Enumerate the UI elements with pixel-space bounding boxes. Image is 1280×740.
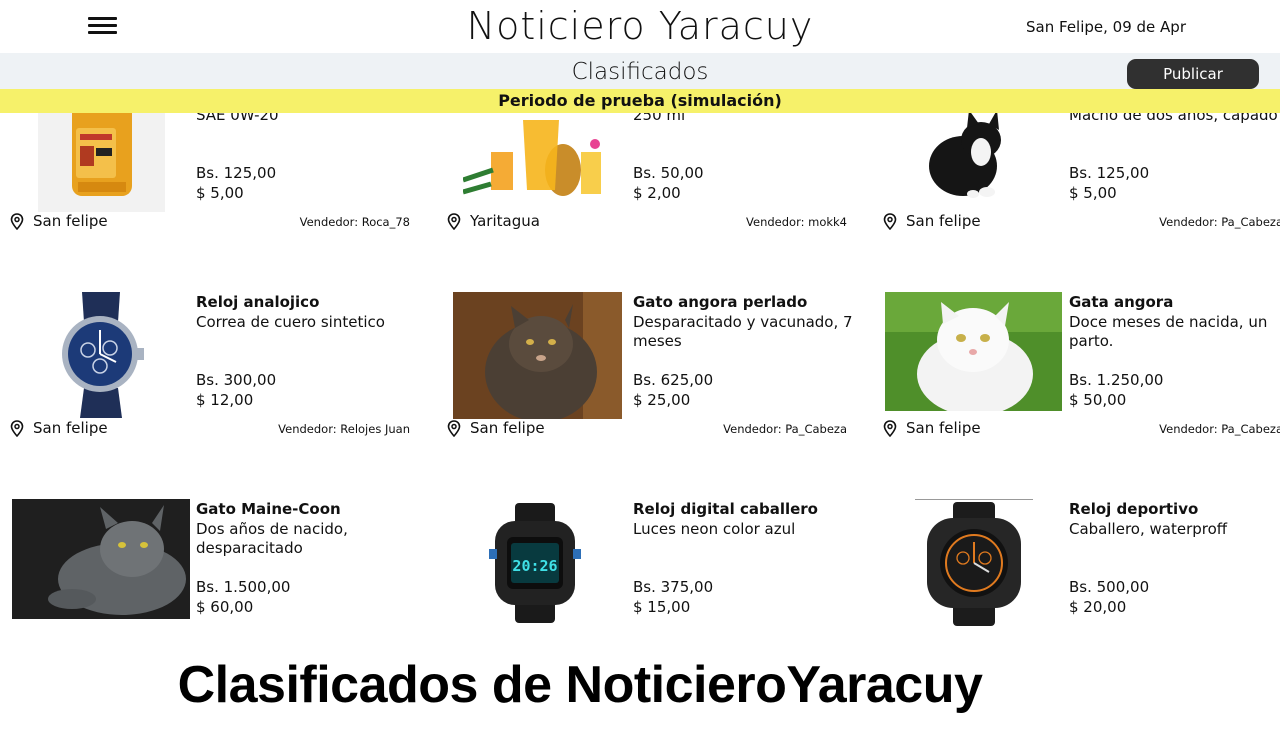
watch-display-digits: 20:26	[512, 557, 557, 575]
price-bolivares: Bs. 50,00	[633, 164, 704, 182]
listing-location: Yaritagua	[447, 212, 540, 230]
listing-card-cat-angora-pearl[interactable]: Gato angora perlado Desparacitado y vacu…	[437, 292, 857, 472]
listing-title[interactable]: Gato Maine-Coon	[196, 499, 420, 519]
listing-card-digital-watch[interactable]: 20:26 Reloj digital caballero Luces neon…	[437, 499, 857, 679]
seller-label[interactable]: Vendedor: Roca_78	[300, 215, 410, 229]
map-pin-icon	[447, 419, 461, 437]
location-label: San felipe	[33, 212, 108, 230]
price-dollars: $ 60,00	[196, 598, 254, 616]
listing-photo	[12, 499, 190, 619]
location-label: San felipe	[906, 419, 981, 437]
listing-info: Gata angora Doce meses de nacida, un par…	[1069, 292, 1280, 351]
listing-description: Correa de cuero sintetico	[196, 313, 385, 331]
seller-label[interactable]: Vendedor: Pa_Cabeza	[1159, 422, 1280, 436]
location-label: San felipe	[470, 419, 545, 437]
header-date: San Felipe, 09 de Apr	[1026, 18, 1186, 36]
listing-info: Gato Maine-Coon Dos años de nacido, desp…	[196, 499, 420, 558]
listing-info: Gato angora perlado Desparacitado y vacu…	[633, 292, 857, 351]
publish-button[interactable]: Publicar	[1127, 59, 1259, 89]
price-dollars: $ 25,00	[633, 391, 691, 409]
trial-notice: Periodo de prueba (simulación)	[0, 89, 1280, 113]
price-bolivares: Bs. 300,00	[196, 371, 277, 389]
location-label: San felipe	[33, 419, 108, 437]
listing-photo: 20:26	[487, 503, 587, 623]
seller-label[interactable]: Vendedor: Pa_Cabeza	[723, 422, 847, 436]
listing-photo	[885, 292, 1062, 411]
price-bolivares: Bs. 1.500,00	[196, 578, 291, 596]
listing-title[interactable]: Reloj analojico	[196, 292, 420, 312]
listing-location: San felipe	[447, 419, 545, 437]
price-bolivares: Bs. 625,00	[633, 371, 714, 389]
price-dollars: $ 15,00	[633, 598, 691, 616]
map-pin-icon	[883, 212, 897, 230]
listing-card-cat-black[interactable]: Macho de dos años, capado Bs. 125,00 $ 5…	[873, 100, 1280, 280]
top-header: Noticiero Yaracuy San Felipe, 09 de Apr	[0, 0, 1280, 53]
location-label: Yaritagua	[470, 212, 540, 230]
listing-photo	[463, 100, 610, 210]
listing-description: Caballero, waterproff	[1069, 520, 1228, 538]
listing-photo	[38, 100, 165, 212]
listing-info: Reloj digital caballero Luces neon color…	[633, 499, 857, 539]
map-pin-icon	[10, 419, 24, 437]
listing-card-juice[interactable]: 250 ml Bs. 50,00 $ 2,00 Yaritagua Vended…	[437, 100, 857, 280]
listing-location: San felipe	[883, 419, 981, 437]
listing-location: San felipe	[10, 212, 108, 230]
listing-title[interactable]: Reloj deportivo	[1069, 499, 1280, 519]
price-bolivares: Bs. 500,00	[1069, 578, 1150, 596]
listing-photo	[915, 499, 1033, 627]
listing-photo	[50, 292, 150, 420]
map-pin-icon	[447, 212, 461, 230]
listing-description: Luces neon color azul	[633, 520, 796, 538]
price-dollars: $ 2,00	[633, 184, 681, 202]
listing-card-cat-maine-coon[interactable]: Gato Maine-Coon Dos años de nacido, desp…	[0, 499, 420, 679]
listing-card-oil[interactable]: SAE 0W-20 Bs. 125,00 $ 5,00 San felipe V…	[0, 100, 420, 280]
section-title: Clasificados	[571, 59, 709, 85]
price-dollars: $ 20,00	[1069, 598, 1127, 616]
seller-label[interactable]: Vendedor: Relojes Juan	[278, 422, 410, 436]
overlay-banner: Clasificados de NoticieroYaracuy	[177, 656, 983, 714]
price-bolivares: Bs. 1.250,00	[1069, 371, 1164, 389]
seller-label[interactable]: Vendedor: Pa_Cabeza	[1159, 215, 1280, 229]
listing-title[interactable]: Gata angora	[1069, 292, 1280, 312]
price-dollars: $ 5,00	[1069, 184, 1117, 202]
price-dollars: $ 50,00	[1069, 391, 1127, 409]
price-bolivares: Bs. 125,00	[1069, 164, 1150, 182]
listing-card-analog-watch[interactable]: Reloj analojico Correa de cuero sintetic…	[0, 292, 420, 472]
listing-description: Dos años de nacido, desparacitado	[196, 520, 348, 557]
listing-card-sport-watch[interactable]: Reloj deportivo Caballero, waterproff Bs…	[873, 499, 1280, 679]
location-label: San felipe	[906, 212, 981, 230]
listing-location: San felipe	[10, 419, 108, 437]
listing-description: Doce meses de nacida, un parto.	[1069, 313, 1268, 350]
listing-description: Desparacitado y vacunado, 7 meses	[633, 313, 853, 350]
listing-info: Reloj analojico Correa de cuero sintetic…	[196, 292, 420, 332]
section-bar: Clasificados Publicar	[0, 53, 1280, 89]
price-dollars: $ 5,00	[196, 184, 244, 202]
price-bolivares: Bs. 125,00	[196, 164, 277, 182]
listing-info: Reloj deportivo Caballero, waterproff	[1069, 499, 1280, 539]
map-pin-icon	[883, 419, 897, 437]
price-dollars: $ 12,00	[196, 391, 254, 409]
listing-photo	[453, 292, 622, 419]
listing-photo	[901, 100, 1021, 204]
listing-location: San felipe	[883, 212, 981, 230]
price-bolivares: Bs. 375,00	[633, 578, 714, 596]
listing-title[interactable]: Gato angora perlado	[633, 292, 857, 312]
listing-title[interactable]: Reloj digital caballero	[633, 499, 857, 519]
listing-card-cat-angora-white[interactable]: Gata angora Doce meses de nacida, un par…	[873, 292, 1280, 472]
seller-label[interactable]: Vendedor: mokk4	[746, 215, 847, 229]
map-pin-icon	[10, 212, 24, 230]
